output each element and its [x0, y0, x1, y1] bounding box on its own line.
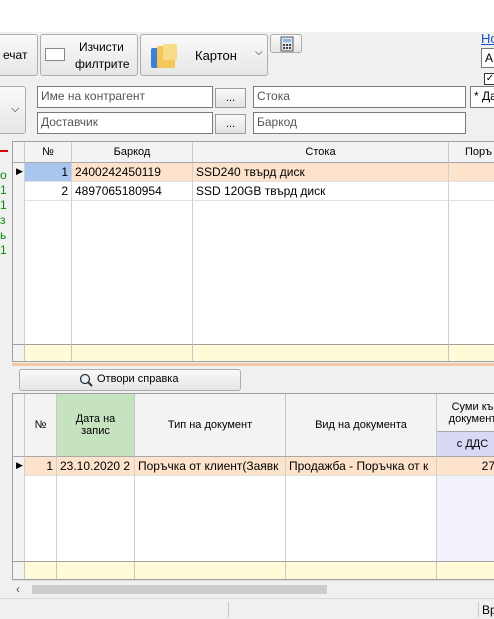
cell-order[interactable]: [449, 182, 494, 201]
footer-cell: [437, 561, 494, 579]
status-divider: [228, 602, 229, 617]
cell-doc-type[interactable]: Поръчка от клиент(Заявк: [135, 457, 286, 476]
cell-num[interactable]: 1: [25, 163, 72, 182]
col-header-sums-line2: документ: [448, 412, 494, 425]
left-strip-label: з: [0, 213, 6, 227]
row-indicator-header: [13, 394, 25, 457]
footer-cell: [25, 344, 72, 361]
card-button-label: Картон: [195, 48, 237, 63]
cell-sum[interactable]: 273,: [437, 457, 494, 476]
row-indicator-column: [13, 163, 25, 344]
calculator-icon: [280, 36, 294, 52]
cell-barcode[interactable]: 2400242450119: [72, 163, 193, 182]
scrollbar-thumb[interactable]: [32, 585, 327, 594]
print-button-label: ечат: [3, 48, 28, 62]
left-strip-label: 1: [0, 183, 7, 197]
right-checkbox[interactable]: ✓: [484, 73, 494, 85]
documents-grid[interactable]: № Дата на запис Тип на документ Вид на д…: [12, 393, 494, 580]
col-header-date-line1: Дата на: [75, 413, 116, 425]
footer-cell: [449, 344, 494, 361]
cell-num[interactable]: 2: [25, 182, 72, 201]
card-button[interactable]: Картон ⌵: [140, 34, 268, 76]
col-header-with-vat[interactable]: с ДДС: [437, 432, 494, 457]
left-dropdown-button[interactable]: ⌵: [0, 86, 26, 134]
chevron-down-icon: ⌵: [255, 47, 263, 58]
open-report-label: Отвори справка: [97, 373, 179, 385]
cell-date[interactable]: 23.10.2020 2: [57, 457, 135, 476]
row-indicator-header: [13, 142, 25, 163]
cell-order[interactable]: [449, 163, 494, 182]
left-strip-label: о: [0, 168, 7, 182]
open-report-button[interactable]: Отвори справка: [19, 369, 241, 391]
clear-filters-button[interactable]: Изчисти филтрите: [40, 34, 138, 76]
magnifier-icon: [79, 373, 93, 387]
right-field[interactable]: А: [481, 48, 494, 68]
filter-clear-icon: [45, 48, 65, 61]
status-right-text: Вр: [482, 603, 494, 617]
left-strip: о 1 1 з ь 1: [0, 140, 10, 340]
supplier-input[interactable]: Доставчик: [37, 112, 213, 134]
cell-item[interactable]: SSD240 твърд диск: [193, 163, 449, 182]
window-top-area: [0, 0, 494, 32]
scroll-left-icon[interactable]: ‹: [16, 582, 20, 596]
footer-cell: [72, 344, 193, 361]
barcode-input[interactable]: Баркод: [253, 112, 466, 134]
cell-doc-kind[interactable]: Продажба - Поръчка от к: [286, 457, 437, 476]
chevron-down-icon: ⌵: [11, 103, 20, 115]
print-button[interactable]: ечат: [0, 34, 38, 76]
footer-cell: [135, 561, 286, 579]
left-strip-label: ь: [0, 228, 7, 242]
folders-icon: [151, 44, 177, 68]
left-strip-marker: [0, 150, 8, 152]
status-bar: Вр: [0, 598, 494, 619]
row-pointer-icon: ▶: [16, 460, 23, 470]
col-header-barcode[interactable]: Баркод: [72, 142, 193, 163]
splitter[interactable]: [12, 363, 494, 366]
calculator-button[interactable]: [270, 34, 302, 53]
col-header-doc-type[interactable]: Тип на документ: [135, 394, 286, 457]
col-header-item[interactable]: Стока: [193, 142, 449, 163]
col-header-doc-kind[interactable]: Вид на документа: [286, 394, 437, 457]
cell-barcode[interactable]: 4897065180954: [72, 182, 193, 201]
footer-indicator: [13, 561, 25, 579]
footer-cell: [25, 561, 57, 579]
horizontal-scrollbar[interactable]: ‹: [12, 580, 494, 597]
supplier-browse-button[interactable]: ...: [215, 114, 246, 134]
footer-cell: [193, 344, 449, 361]
clear-filters-label-line2: филтрите: [75, 57, 130, 71]
clear-filters-label-line1: Изчисти: [79, 40, 124, 54]
col-header-sums[interactable]: Суми къ документ: [437, 394, 494, 432]
right-filter-field[interactable]: * Да: [470, 86, 494, 108]
left-strip-label: 1: [0, 243, 7, 257]
contractor-input[interactable]: Име на контрагент: [37, 86, 213, 108]
footer-indicator: [13, 344, 25, 361]
col-header-date[interactable]: Дата на запис: [57, 394, 135, 457]
cell-num[interactable]: 1: [25, 457, 57, 476]
col-header-sums-line1: Суми къ: [451, 400, 494, 413]
cell-item[interactable]: SSD 120GB твърд диск: [193, 182, 449, 201]
item-input[interactable]: Стока: [253, 86, 466, 108]
col-header-num[interactable]: №: [25, 142, 72, 163]
contractor-browse-button[interactable]: ...: [215, 88, 246, 108]
col-header-num[interactable]: №: [25, 394, 57, 457]
col-header-date-line2: запис: [81, 425, 110, 437]
footer-cell: [57, 561, 135, 579]
footer-cell: [286, 561, 437, 579]
items-grid[interactable]: № Баркод Стока Поръ ▶ 1 2400242450119 SS…: [12, 141, 494, 362]
status-divider: [478, 602, 479, 617]
row-pointer-icon: ▶: [16, 166, 23, 176]
col-header-order[interactable]: Поръ: [449, 142, 494, 163]
right-link[interactable]: Но: [481, 31, 494, 46]
row-indicator-column: [13, 457, 25, 561]
left-strip-label: 1: [0, 198, 7, 212]
